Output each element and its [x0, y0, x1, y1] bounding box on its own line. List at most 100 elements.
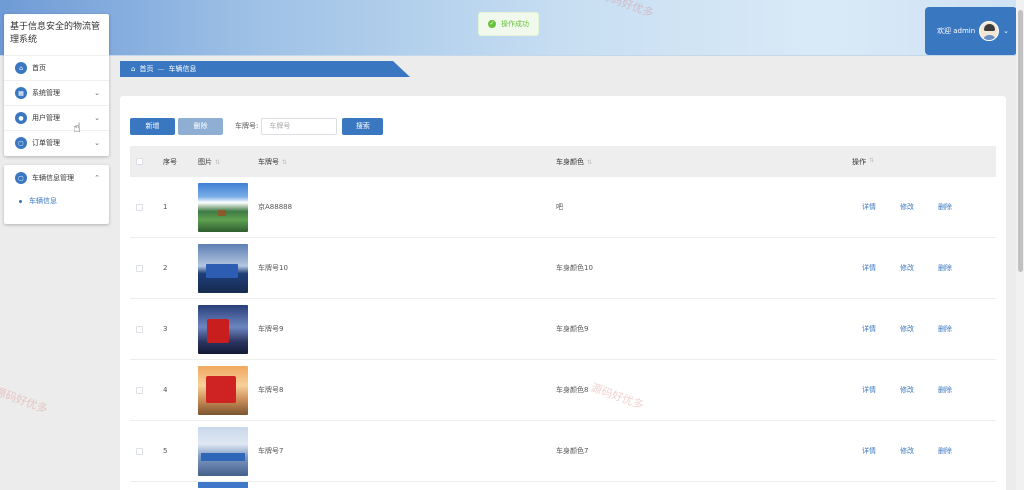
row-plate: 车牌号8	[258, 386, 284, 394]
breadcrumb-current: 车辆信息	[168, 65, 197, 73]
vehicle-photo	[198, 426, 248, 476]
row-plate: 车牌号9	[258, 325, 284, 333]
sidebar-item-users[interactable]: ● 用户管理 ⌄	[4, 105, 109, 130]
table-row: 5 车牌号7 车身颜色7 详情 修改 删除	[130, 421, 996, 482]
edit-link[interactable]: 修改	[900, 263, 938, 273]
breadcrumb-separator: —	[157, 65, 165, 73]
chevron-down-icon: ⌄	[94, 139, 100, 147]
row-index: 4	[163, 386, 168, 394]
chevron-down-icon: ⌄	[1003, 27, 1010, 35]
system-icon: ▦	[15, 87, 27, 99]
vehicle-photo	[198, 243, 248, 293]
row-plate: 京A88888	[258, 203, 293, 211]
table-row: 4 车牌号8 车身颜色8 详情 修改 删除	[130, 360, 996, 421]
check-circle-icon: ✓	[488, 20, 496, 28]
sidebar-item-vehicle-management[interactable]: ▢ 车辆信息管理 ⌃	[4, 165, 109, 191]
toast-message: 操作成功	[501, 20, 529, 28]
page-scrollbar[interactable]	[1016, 0, 1024, 490]
chevron-up-icon: ⌃	[94, 174, 100, 182]
row-checkbox[interactable]	[136, 325, 143, 333]
edit-link[interactable]: 修改	[900, 324, 938, 334]
user-greeting: 欢迎 admin	[937, 27, 976, 35]
row-index: 2	[163, 264, 168, 272]
home-icon: ⌂	[15, 62, 27, 74]
sidebar-subitem-label: 车辆信息	[29, 197, 57, 205]
user-icon: ●	[15, 112, 27, 124]
delete-link[interactable]: 删除	[938, 324, 976, 334]
success-toast: ✓ 操作成功	[478, 12, 539, 36]
edit-link[interactable]: 修改	[900, 385, 938, 395]
delete-link[interactable]: 删除	[938, 202, 976, 212]
row-color: 车身颜色7	[556, 447, 589, 455]
order-icon: ▢	[15, 137, 27, 149]
vehicle-table: 序号 图片 ⇅ 车牌号 ⇅ 车身颜色 ⇅ 操作 ⇅ 1 京A88888 吧 详情 修改 …	[130, 146, 996, 490]
delete-button[interactable]: 删除	[178, 117, 223, 135]
plate-search-input[interactable]	[261, 117, 338, 135]
header-plate[interactable]: 车牌号 ⇅	[258, 157, 556, 167]
sidebar-subitem-vehicle-info[interactable]: 车辆信息	[4, 191, 109, 211]
user-menu[interactable]: 欢迎 admin ⌄	[925, 7, 1017, 55]
row-plate: 车牌号10	[258, 264, 288, 272]
hand-cursor-icon: ☝	[73, 121, 81, 136]
vehicle-photo	[198, 182, 248, 232]
delete-link[interactable]: 删除	[938, 385, 976, 395]
sidebar-item-system[interactable]: ▦ 系统管理 ⌄	[4, 80, 109, 105]
edit-link[interactable]: 修改	[900, 446, 938, 456]
detail-link[interactable]: 详情	[862, 202, 900, 212]
vehicle-icon: ▢	[15, 172, 27, 184]
sort-icon[interactable]: ⇅	[215, 159, 220, 166]
home-outline-icon: ⌂	[131, 65, 136, 73]
sort-icon[interactable]: ⇅	[282, 159, 287, 166]
table-header: 序号 图片 ⇅ 车牌号 ⇅ 车身颜色 ⇅ 操作 ⇅	[130, 146, 996, 177]
watermark: 源码好优多	[0, 384, 50, 416]
sidebar-item-label: 系统管理	[32, 89, 60, 97]
bullet-icon	[19, 199, 22, 203]
chevron-down-icon: ⌄	[94, 89, 100, 97]
detail-link[interactable]: 详情	[862, 446, 900, 456]
edit-link[interactable]: 修改	[900, 202, 938, 212]
breadcrumb: ⌂ 首页 — 车辆信息	[120, 61, 410, 77]
detail-link[interactable]: 详情	[862, 263, 900, 273]
sidebar-item-orders[interactable]: ▢ 订单管理 ⌄	[4, 130, 109, 155]
delete-link[interactable]: 删除	[938, 446, 976, 456]
sort-icon[interactable]: ⇅	[587, 159, 592, 166]
row-plate: 车牌号7	[258, 447, 284, 455]
table-row: 3 车牌号9 车身颜色9 详情 修改 删除	[130, 299, 996, 360]
header-ops[interactable]: 操作 ⇅	[852, 157, 996, 167]
breadcrumb-home[interactable]: 首页	[139, 64, 153, 74]
sidebar-item-home[interactable]: ⌂ 首页	[4, 55, 109, 80]
row-color: 车身颜色8	[556, 386, 589, 394]
row-index: 1	[163, 203, 168, 211]
sidebar-item-label: 首页	[32, 64, 46, 72]
sort-icon[interactable]: ⇅	[869, 157, 874, 167]
sidebar-item-label: 用户管理	[32, 114, 60, 122]
sidebar-group-vehicle: ▢ 车辆信息管理 ⌃ 车辆信息	[4, 165, 109, 224]
search-label: 车牌号:	[235, 122, 259, 130]
header-color[interactable]: 车身颜色 ⇅	[556, 157, 852, 167]
chevron-down-icon: ⌄	[94, 114, 100, 122]
content-card: 新增 删除 车牌号: 搜索 序号 图片⇅ 车牌号⇅ 车身颜色⇅ 操作⇅ 1 京A…	[120, 96, 1006, 490]
vehicle-photo	[198, 365, 248, 415]
app-title: 基于信息安全的物流管理系统	[10, 22, 101, 45]
detail-link[interactable]: 详情	[862, 385, 900, 395]
avatar[interactable]	[979, 21, 1000, 41]
row-color: 车身颜色9	[556, 325, 589, 333]
row-color: 车身颜色10	[556, 264, 593, 272]
select-all-checkbox[interactable]	[136, 158, 143, 165]
sidebar: 基于信息安全的物流管理系统 ⌂ 首页 ▦ 系统管理 ⌄ ● 用户管理 ⌄ ▢ 订…	[4, 14, 109, 156]
row-index: 5	[163, 447, 168, 455]
add-button[interactable]: 新增	[130, 117, 175, 135]
toolbar: 新增 删除 车牌号: 搜索	[130, 117, 384, 135]
search-button[interactable]: 搜索	[342, 117, 384, 135]
row-index: 3	[163, 325, 168, 333]
header-photo[interactable]: 图片 ⇅	[198, 157, 258, 167]
row-checkbox[interactable]	[136, 264, 143, 272]
row-checkbox[interactable]	[136, 447, 143, 455]
row-checkbox[interactable]	[136, 386, 143, 394]
delete-link[interactable]: 删除	[938, 263, 976, 273]
vehicle-photo	[198, 482, 248, 488]
row-checkbox[interactable]	[136, 203, 143, 211]
table-row: 2 车牌号10 车身颜色10 详情 修改 删除	[130, 238, 996, 299]
detail-link[interactable]: 详情	[862, 324, 900, 334]
scrollbar-thumb[interactable]	[1018, 10, 1023, 272]
